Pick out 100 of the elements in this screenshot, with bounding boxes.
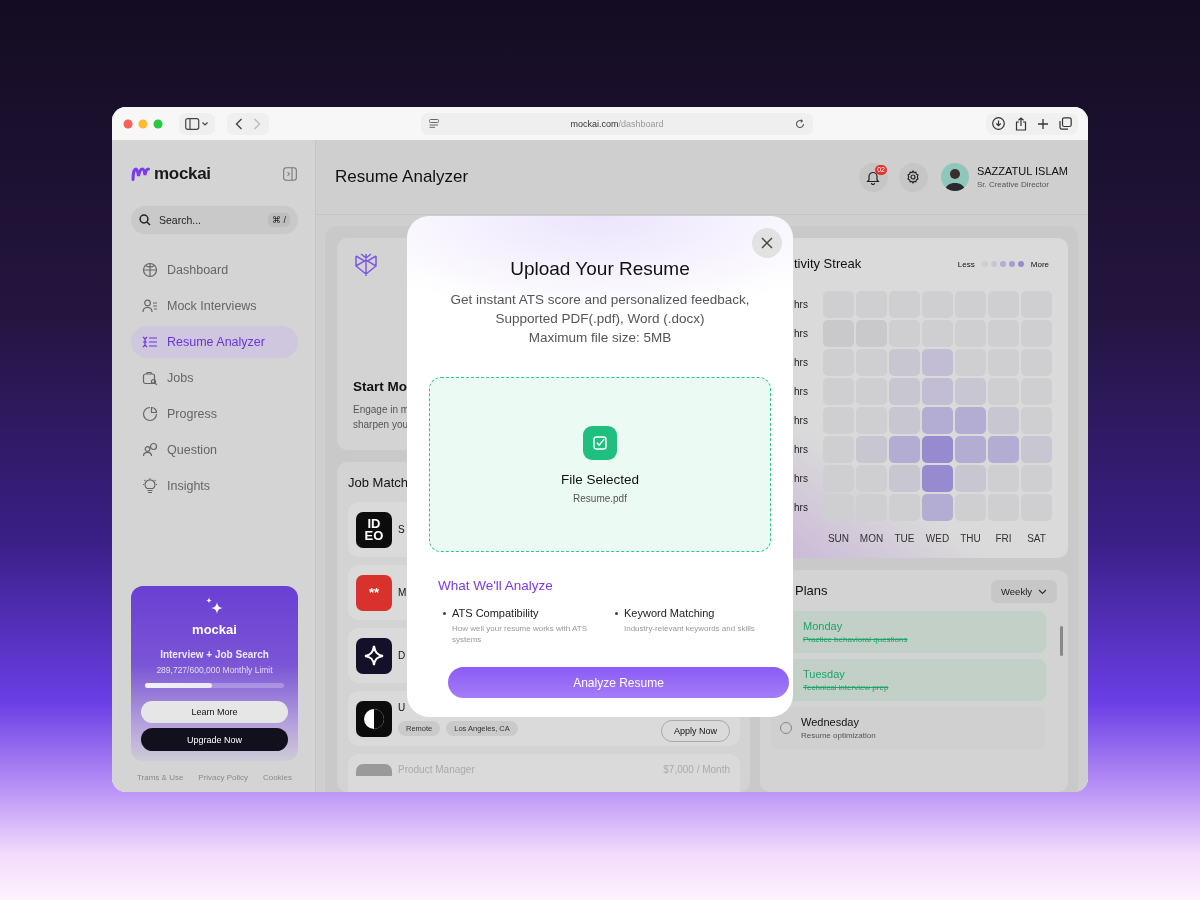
day-label: FRI <box>994 533 1013 544</box>
briefcase-search-icon <box>142 370 158 386</box>
page-title: Resume Analyzer <box>335 167 469 187</box>
row-label: hrs <box>794 386 809 397</box>
sidebar-toggle-button[interactable] <box>179 112 215 135</box>
card-title: Plans <box>795 583 828 598</box>
section-title: What We'll Analyze <box>438 578 553 593</box>
footer-link[interactable]: Trams & Use <box>137 773 184 782</box>
feature-description: Industry-relevant keywords and skills <box>624 623 755 634</box>
logo-icon <box>131 167 151 181</box>
dialog-description: Supported PDF(.pdf), Word (.docx) <box>495 310 705 328</box>
card-description: sharpen you <box>353 419 410 430</box>
period-dropdown[interactable]: Weekly <box>991 580 1057 603</box>
row-label: hrs <box>794 473 809 484</box>
user-role: Sr. Creative Director <box>976 180 1050 189</box>
reload-icon[interactable] <box>795 118 805 129</box>
feature-description: How well your resume works with ATS systems <box>452 623 588 645</box>
plan-day: Monday <box>803 620 908 632</box>
tabs-icon[interactable] <box>1059 117 1072 130</box>
user-name: SAZZATUL ISLAM <box>976 165 1068 177</box>
row-label: hrs <box>794 415 809 426</box>
plan-task: Technical interview prep <box>803 683 889 692</box>
day-label: SAT <box>1026 533 1047 544</box>
learn-more-button[interactable]: Learn More <box>141 701 288 723</box>
share-icon[interactable] <box>1015 116 1027 131</box>
nav-item[interactable]: Jobs <box>131 362 298 394</box>
bullet-icon <box>615 612 618 615</box>
upgrade-button[interactable]: Upgrade Now <box>141 728 288 751</box>
job-title: S <box>398 524 405 535</box>
footer-link[interactable]: Privacy Policy <box>198 773 249 782</box>
back-icon[interactable] <box>235 117 243 130</box>
nav-item[interactable]: Insights <box>131 470 298 502</box>
settings-button[interactable] <box>898 162 928 192</box>
apply-button[interactable]: Apply Now <box>660 720 730 742</box>
row-label: hrs <box>794 328 809 339</box>
day-label: SUN <box>826 533 851 544</box>
nav-item[interactable]: Question <box>131 434 298 466</box>
row-label: hrs <box>794 299 809 310</box>
nav-item[interactable]: Dashboard <box>131 254 298 286</box>
feature-title: ATS Compatibility <box>452 607 540 619</box>
lattice-icon <box>353 252 379 278</box>
row-label: hrs <box>794 444 809 455</box>
usage-text: 289,727/600,000 Monthly Limit <box>156 665 273 675</box>
job-title: M <box>398 587 407 598</box>
card-title: tivity Streak <box>794 256 862 271</box>
chevron-down-icon <box>1038 588 1047 595</box>
feature-title: Keyword Matching <box>624 607 716 619</box>
card-title: Start Mo <box>353 379 408 394</box>
settings-icon <box>906 170 921 184</box>
file-status: File Selected <box>560 471 639 487</box>
card-title: Job Match <box>348 475 408 490</box>
plan-day: Wednesday <box>801 716 876 728</box>
plan-task: Resume optimization <box>801 731 876 740</box>
footer-link[interactable]: Cookies <box>263 773 292 782</box>
file-check-icon <box>583 425 617 460</box>
nav-item[interactable]: Resume Analyzer <box>131 326 298 358</box>
nav-item[interactable]: Progress <box>131 398 298 430</box>
brand-name: mockai <box>192 622 237 637</box>
company-logo: ** <box>356 574 392 611</box>
page-menu-icon[interactable] <box>429 119 439 128</box>
company-logo: ID EO <box>356 511 392 548</box>
dialog-title: Upload Your Resume <box>510 258 690 280</box>
day-label: TUE <box>893 533 916 544</box>
search-input[interactable]: Search... <box>157 213 262 227</box>
globe-icon <box>142 262 158 278</box>
job-title: D <box>398 650 406 661</box>
day-label: WED <box>924 533 951 544</box>
list-icon <box>142 334 158 350</box>
nav-item[interactable]: Mock Interviews <box>131 290 298 322</box>
row-label: hrs <box>794 502 809 513</box>
analyze-button[interactable]: Analyze Resume <box>448 667 789 698</box>
address-bar[interactable]: mockai.com/dashboard <box>421 112 813 135</box>
scrollbar[interactable] <box>1060 626 1063 656</box>
plan-day: Tuesday <box>803 668 889 680</box>
day-label: THU <box>959 533 982 544</box>
legend-label: Less <box>957 259 975 269</box>
person-list-icon <box>142 298 158 314</box>
company-logo <box>356 637 392 674</box>
shortcut-hint: ⌘ / <box>268 213 290 227</box>
close-button[interactable] <box>752 228 782 258</box>
lightbulb-icon <box>142 478 158 494</box>
avatar[interactable] <box>940 163 969 191</box>
people-icon <box>142 442 158 458</box>
search-field[interactable]: Search... ⌘ / <box>131 206 298 234</box>
day-label: MON <box>858 533 885 544</box>
download-icon[interactable] <box>992 117 1005 130</box>
plan-title: Interview + Job Search <box>160 649 269 660</box>
company-logo <box>356 700 392 737</box>
dialog-description: Maximum file size: 5MB <box>528 329 672 347</box>
legend-label: More <box>1030 259 1049 269</box>
new-tab-icon[interactable] <box>1037 117 1049 130</box>
pie-chart-icon <box>142 406 158 422</box>
dialog-description: Get instant ATS score and personalized feedback, <box>450 291 750 309</box>
bullet-icon <box>443 612 446 615</box>
brand-name: mockai <box>154 164 211 184</box>
sidebar-icon <box>185 117 209 130</box>
search-icon <box>139 214 151 226</box>
drop-zone[interactable]: File Selected Resume.pdf <box>429 377 771 552</box>
close-icon <box>761 237 773 249</box>
file-name: Resume.pdf <box>573 492 627 504</box>
